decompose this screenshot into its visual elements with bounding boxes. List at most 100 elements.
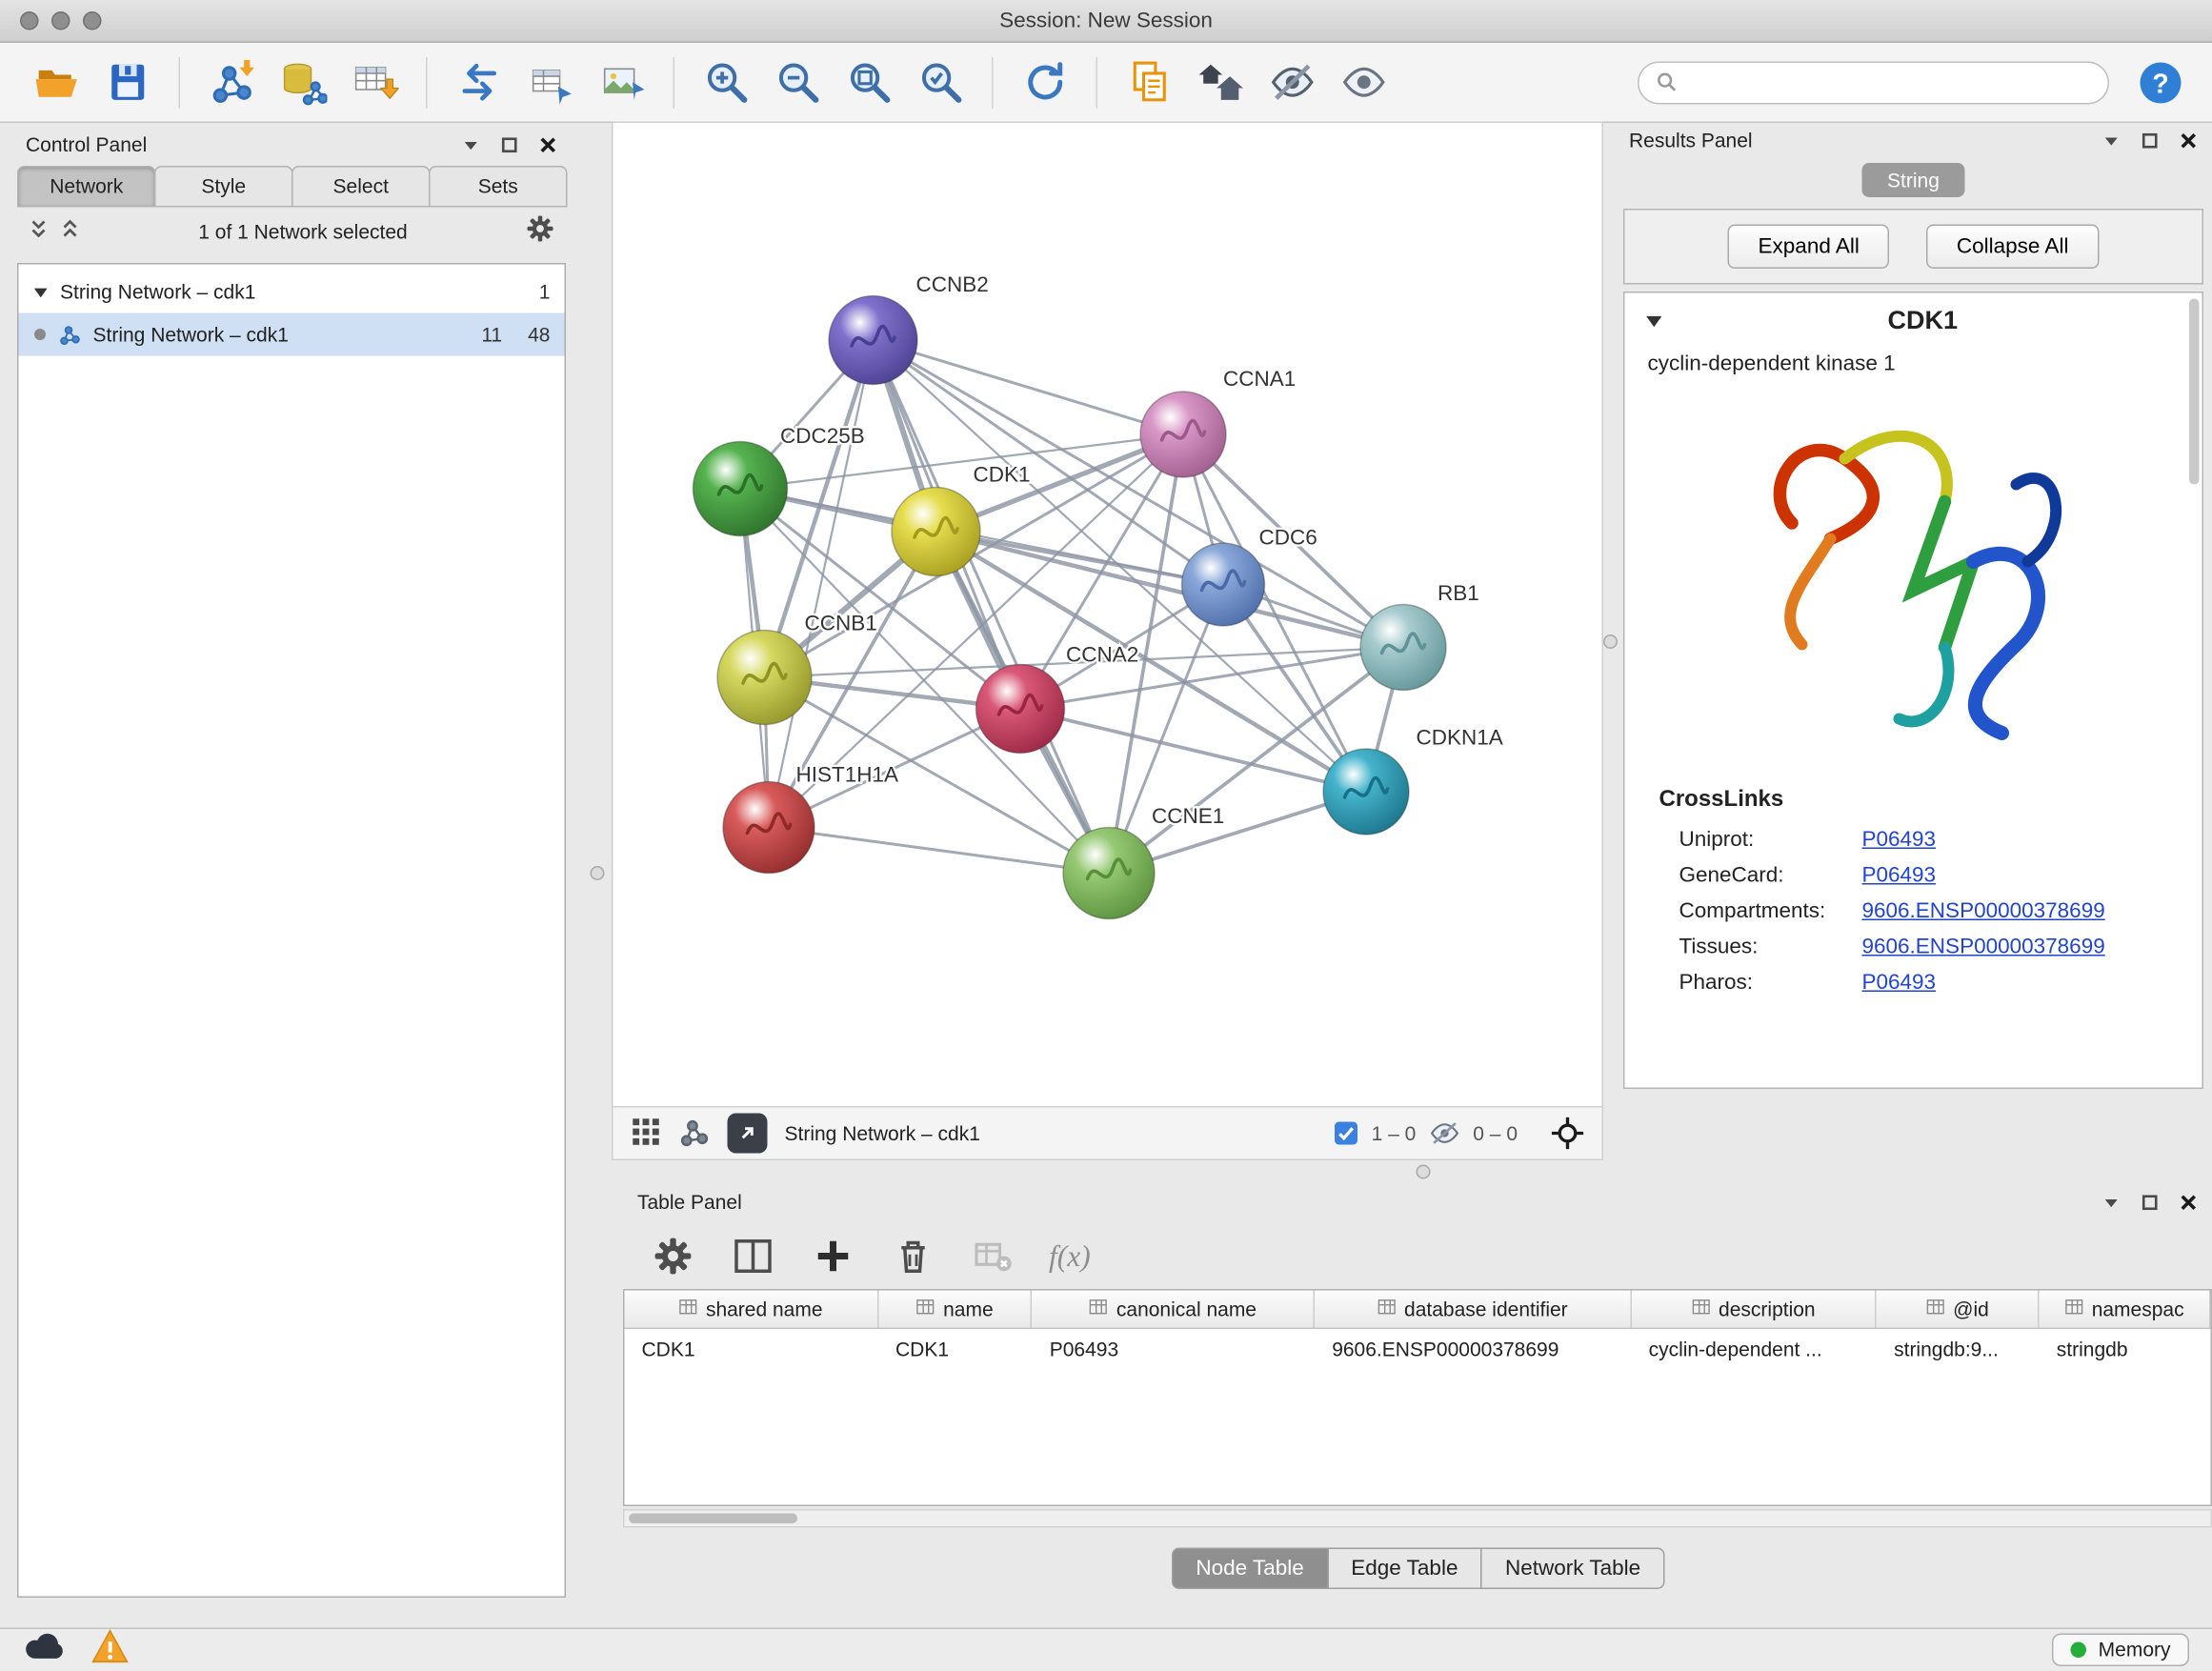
network-collection-row[interactable]: String Network – cdk1 1 [19,271,565,313]
function-builder-button[interactable]: f(x) [1049,1238,1091,1275]
edge-CCNA2-CDKN1A[interactable] [1020,709,1366,792]
open-in-browser-button[interactable] [728,1114,768,1154]
column-header-database-identifier[interactable]: database identifier [1315,1291,1631,1328]
zoom-fit-button[interactable] [836,50,902,115]
network-view-title: String Network – cdk1 [785,1122,980,1145]
graph-icon[interactable] [679,1116,711,1152]
column-header-namespac[interactable]: namespac [2040,1291,2211,1328]
disclosure-triangle-icon[interactable] [33,284,50,300]
scrollbar-thumb[interactable] [629,1514,797,1524]
zoom-in-button[interactable] [694,50,759,115]
expand-all-button[interactable]: Expand All [1728,225,1889,270]
panel-close-icon[interactable] [539,135,558,154]
save-session-button[interactable] [94,50,160,115]
selected-checkbox-icon[interactable] [1333,1120,1358,1146]
birds-eye-view-icon[interactable] [631,1116,662,1152]
panel-float-icon[interactable] [2141,131,2160,150]
splitter-handle[interactable] [591,866,605,880]
tab-edge-table[interactable]: Edge Table [1327,1548,1482,1590]
tab-sets[interactable]: Sets [429,166,568,208]
column-header-canonical-name[interactable]: canonical name [1033,1291,1315,1328]
zoom-selected-icon [916,59,964,107]
edge-CCNB2-CCNA1[interactable] [874,340,1184,434]
table-cell[interactable]: stringdb [2040,1337,2211,1359]
crosslink-value[interactable]: 9606.ENSP00000378699 [1862,935,2105,959]
refresh-button[interactable] [1012,50,1077,115]
tab-network[interactable]: Network [17,166,156,208]
node-label-CDC25B: CDC25B [780,424,865,448]
panel-collapse-icon[interactable] [462,135,481,154]
edge-CCNB2-CCNE1[interactable] [874,340,1110,874]
import-table-button[interactable] [342,50,408,115]
show-all-button[interactable] [1331,50,1397,115]
edge-CDK1-RB1[interactable] [936,532,1404,648]
open-session-button[interactable] [23,50,89,115]
import-network-button[interactable] [199,50,265,115]
tab-string[interactable]: String [1861,163,1965,197]
add-column-icon[interactable] [809,1232,857,1280]
folder-open-icon [32,59,80,107]
panel-collapse-icon[interactable] [2102,1193,2122,1212]
network-options-gear-icon[interactable] [526,213,554,250]
splitter-handle[interactable] [1603,634,1618,649]
zoom-out-button[interactable] [765,50,831,115]
tab-select[interactable]: Select [292,166,431,208]
external-link-icon [736,1122,759,1145]
tab-node-table[interactable]: Node Table [1172,1548,1328,1590]
fit-content-crosshair-icon[interactable] [1551,1117,1585,1151]
search-input[interactable] [1688,70,2091,95]
table-horizontal-scrollbar[interactable] [623,1509,2212,1528]
export-table-button[interactable] [517,50,583,115]
cloud-button[interactable] [23,1631,66,1670]
panel-close-icon[interactable] [2180,1193,2199,1212]
crosslink-value[interactable]: P06493 [1862,828,1937,853]
panel-float-icon[interactable] [2141,1193,2160,1212]
edge-CCNB2-HIST1H1A[interactable] [769,340,874,828]
column-header-shared-name[interactable]: shared name [625,1291,879,1328]
home-button[interactable] [1188,50,1254,115]
import-network-database-button[interactable] [271,50,336,115]
show-columns-icon[interactable] [729,1232,777,1280]
crosslink-value[interactable]: P06493 [1862,863,1937,888]
table-cell[interactable]: stringdb:9... [1877,1337,2040,1359]
results-scrollbar[interactable] [2189,299,2200,485]
export-image-button[interactable] [589,50,654,115]
tab-network-table[interactable]: Network Table [1480,1548,1664,1590]
memory-button[interactable]: Memory [2053,1634,2189,1667]
new-network-button[interactable] [446,50,512,115]
panel-float-icon[interactable] [500,135,519,154]
disclosure-triangle-icon[interactable] [1645,312,1664,331]
copy-document-button[interactable] [1116,50,1182,115]
delete-column-trash-icon[interactable] [889,1232,937,1280]
help-button[interactable]: ? [2132,53,2189,111]
warnings-button[interactable] [91,1630,129,1671]
table-options-gear-icon[interactable] [649,1232,697,1280]
network-canvas[interactable]: CCNB2CCNA1CDC25BCDK1CDC6RB1CCNB1CCNA2CDK… [613,123,1602,1106]
table-cell[interactable]: P06493 [1033,1337,1315,1359]
expand-all-icon[interactable] [60,218,80,246]
tab-style[interactable]: Style [154,166,293,208]
panel-collapse-icon[interactable] [2102,131,2122,150]
collapse-all-icon[interactable] [29,218,49,246]
table-row[interactable]: CDK1CDK1P064939606.ENSP00000378699cyclin… [625,1329,2211,1368]
crosslink-value[interactable]: 9606.ENSP00000378699 [1862,899,2105,924]
hidden-eye-slash-icon[interactable] [1429,1120,1460,1146]
table-cell[interactable]: CDK1 [878,1337,1033,1359]
edge-HIST1H1A-CCNE1[interactable] [769,828,1109,874]
panel-close-icon[interactable] [2180,131,2199,150]
crosslink-value[interactable]: P06493 [1862,971,1937,996]
table-cell[interactable]: cyclin-dependent ... [1632,1337,1878,1359]
network-row-selected[interactable]: String Network – cdk1 11 48 [19,313,565,356]
hide-selected-button[interactable] [1259,50,1325,115]
node-label-CCNB1: CCNB1 [805,612,877,635]
gene-header[interactable]: CDK1 [1625,293,2202,350]
column-header--id[interactable]: @id [1877,1291,2040,1328]
table-export-icon [527,59,574,107]
collapse-all-button[interactable]: Collapse All [1926,225,2099,270]
zoom-selected-button[interactable] [908,50,974,115]
table-cell[interactable]: 9606.ENSP00000378699 [1315,1337,1631,1359]
column-header-description[interactable]: description [1632,1291,1878,1328]
table-cell[interactable]: CDK1 [625,1337,879,1359]
splitter-handle[interactable] [1417,1165,1431,1179]
column-header-name[interactable]: name [878,1291,1033,1328]
